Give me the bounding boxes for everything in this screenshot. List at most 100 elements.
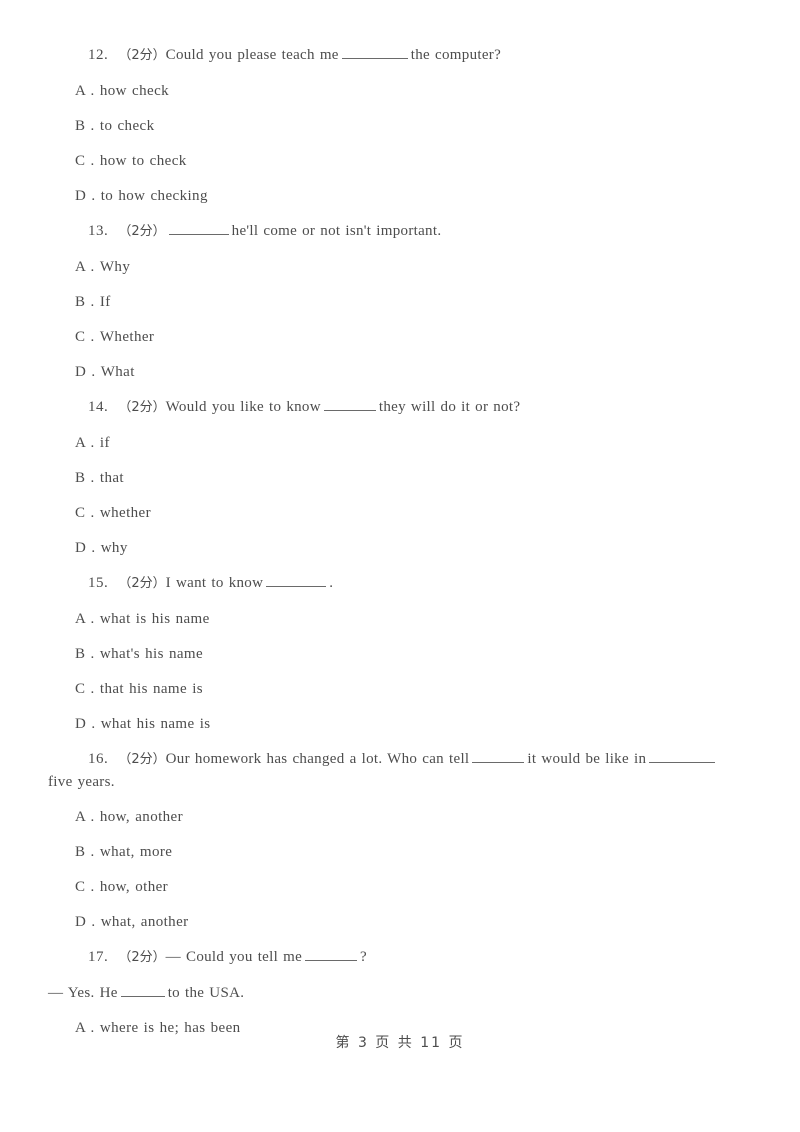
option-letter: D . (75, 364, 96, 380)
option-row[interactable]: D . what his name is (48, 713, 758, 735)
question-text-before: Could you tell me (186, 949, 303, 965)
option-text: that his name is (99, 681, 204, 697)
option-text: that (99, 470, 124, 486)
option-text: how check (99, 83, 170, 99)
question-marks: （2分） (118, 950, 166, 965)
option-text: whether (99, 505, 151, 521)
answer-blank (305, 947, 358, 961)
option-letter: D . (75, 188, 96, 204)
question-text-before: I want to know (165, 575, 264, 591)
option-text: Whether (99, 329, 155, 345)
option-letter: D . (75, 716, 96, 732)
option-row[interactable]: C . how, other (48, 876, 758, 898)
option-text: what's his name (99, 646, 204, 662)
option-letter: C . (75, 153, 95, 169)
option-text: If (99, 294, 111, 310)
dialogue-answer-before: — Yes. He (48, 985, 118, 1001)
option-row[interactable]: B . If (48, 291, 758, 313)
question-number: 17. (88, 949, 109, 965)
question-marks: （2分） (118, 224, 166, 239)
question-number: 13. (88, 223, 109, 239)
option-letter: A . (75, 259, 95, 275)
question-marks: （2分） (118, 752, 166, 767)
question-text-before: Could you please teach me (165, 47, 339, 63)
option-letter: A . (75, 435, 95, 451)
option-text: why (100, 540, 128, 556)
question-marks: （2分） (118, 576, 166, 591)
option-letter: B . (75, 470, 95, 486)
option-row[interactable]: A . how check (48, 80, 758, 102)
option-row[interactable]: D . why (48, 537, 758, 559)
question-number: 16. (88, 751, 109, 767)
option-letter: C . (75, 505, 95, 521)
option-text: if (99, 435, 110, 451)
option-text: what, more (99, 844, 173, 860)
dialogue-dash: — (165, 949, 181, 965)
question-marks: （2分） (118, 48, 166, 63)
answer-blank (323, 397, 376, 411)
option-text: what his name is (100, 716, 211, 732)
question-marks: （2分） (118, 400, 166, 415)
option-letter: B . (75, 844, 95, 860)
dialogue-answer-after: to the USA. (167, 985, 245, 1001)
question-text-before: Our homework has changed a lot. Who can … (165, 751, 470, 767)
question-stem: 13. （2分） he'll come or not isn't importan… (48, 220, 758, 243)
question-stem: 14. （2分）Would you like to know they will … (48, 396, 758, 419)
page-content: 12. （2分）Could you please teach me the com… (48, 44, 758, 1039)
question-text-after: ? (360, 949, 367, 965)
question-number: 12. (88, 47, 109, 63)
page-footer: 第 3 页 共 11 页 (335, 1035, 465, 1051)
option-row[interactable]: A . if (48, 432, 758, 454)
option-row[interactable]: D . What (48, 361, 758, 383)
answer-blank (266, 573, 327, 587)
option-letter: A . (75, 611, 95, 627)
option-text: to how checking (100, 188, 208, 204)
option-text: What (100, 364, 135, 380)
option-letter: B . (75, 294, 95, 310)
option-text: to check (99, 118, 155, 134)
question-text-after: . (329, 575, 334, 591)
exam-page: 12. （2分）Could you please teach me the com… (0, 0, 800, 1132)
answer-blank (120, 983, 165, 997)
question-stem: 15. （2分）I want to know. (48, 572, 758, 595)
option-row[interactable]: B . what's his name (48, 643, 758, 665)
option-row[interactable]: B . what, more (48, 841, 758, 863)
option-row[interactable]: C . how to check (48, 150, 758, 172)
option-row[interactable]: D . to how checking (48, 185, 758, 207)
question-number: 15. (88, 575, 109, 591)
option-row[interactable]: B . to check (48, 115, 758, 137)
option-text: what, another (100, 914, 189, 930)
option-letter: C . (75, 879, 95, 895)
option-letter: D . (75, 540, 96, 556)
question-text-middle: it would be like in (527, 751, 647, 767)
option-letter: D . (75, 914, 96, 930)
option-text: how to check (99, 153, 187, 169)
question-text-after: he'll come or not isn't important. (231, 223, 442, 239)
option-row[interactable]: C . that his name is (48, 678, 758, 700)
question-text-after: the computer? (410, 47, 502, 63)
option-text: Why (99, 259, 131, 275)
option-letter: B . (75, 118, 95, 134)
question-wrap-line: five years. (48, 774, 115, 790)
dialogue-answer-line: — Yes. He to the USA. (48, 982, 758, 1004)
question-stem: 17. （2分）— Could you tell me? (48, 946, 758, 969)
question-text-after: they will do it or not? (378, 399, 521, 415)
option-letter: C . (75, 329, 95, 345)
answer-blank (341, 45, 408, 59)
option-row[interactable]: A . Why (48, 256, 758, 278)
answer-blank (472, 749, 525, 763)
answer-blank (168, 221, 229, 235)
option-row[interactable]: C . whether (48, 502, 758, 524)
question-stem: 12. （2分）Could you please teach me the com… (48, 44, 758, 67)
option-row[interactable]: C . Whether (48, 326, 758, 348)
option-row[interactable]: A . what is his name (48, 608, 758, 630)
option-row[interactable]: B . that (48, 467, 758, 489)
option-text: how, another (99, 809, 184, 825)
option-letter: A . (75, 83, 95, 99)
option-letter: A . (75, 809, 95, 825)
option-row[interactable]: D . what, another (48, 911, 758, 933)
option-text: what is his name (99, 611, 210, 627)
option-row[interactable]: A . how, another (48, 806, 758, 828)
question-text-before: Would you like to know (165, 399, 321, 415)
question-stem: 16. （2分）Our homework has changed a lot. … (48, 748, 758, 771)
